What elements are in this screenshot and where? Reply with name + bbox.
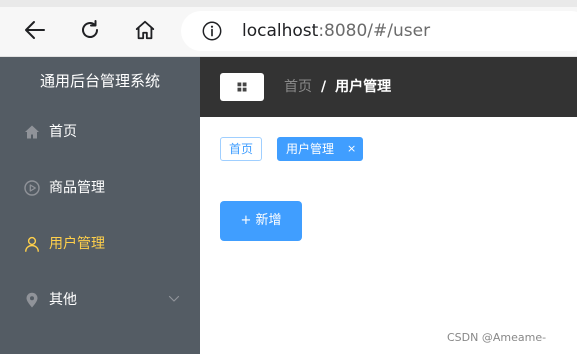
address-bar[interactable]: localhost:8080/#/user (181, 11, 577, 51)
breadcrumb-home[interactable]: 首页 (284, 79, 312, 95)
breadcrumb-current: 用户管理 (335, 79, 392, 95)
tag-user-management[interactable]: 用户管理 × (277, 137, 363, 161)
user-icon (25, 236, 39, 252)
sidebar-item-label: 用户管理 (49, 236, 105, 252)
sidebar: 通用后台管理系统 首页 商品管理 用户管理 其他 (0, 57, 200, 354)
collapse-menu-button[interactable] (220, 73, 264, 101)
add-user-button[interactable]: + 新增 (220, 201, 302, 241)
breadcrumb: 首页 / 用户管理 (284, 77, 391, 97)
browser-home-icon (135, 20, 155, 40)
sidebar-item-home[interactable]: 首页 (0, 105, 200, 161)
sidebar-item-label: 其他 (49, 292, 77, 308)
watermark: CSDN @Ameame- (447, 331, 547, 344)
tag-label: 首页 (228, 142, 253, 156)
sidebar-item-label: 商品管理 (49, 180, 105, 196)
sidebar-item-goods[interactable]: 商品管理 (0, 161, 200, 217)
browser-toolbar: localhost:8080/#/user (0, 0, 577, 57)
sidebar-title: 通用后台管理系统 (39, 72, 160, 90)
sidebar-item-other[interactable]: 其他 (0, 273, 200, 329)
home-icon (25, 125, 39, 139)
back-arrow-icon (25, 21, 45, 39)
location-icon (26, 292, 38, 308)
url-text[interactable]: localhost:8080/#/user (242, 20, 430, 42)
site-info-icon[interactable] (201, 20, 223, 42)
menu-grid-icon (237, 82, 247, 92)
home-button[interactable] (130, 15, 160, 45)
header: 首页 / 用户管理 (200, 57, 577, 117)
url-host: localhost (242, 21, 319, 41)
url-path: :8080/#/user (318, 21, 431, 41)
reload-button[interactable] (75, 15, 105, 45)
tag-home[interactable]: 首页 (220, 137, 262, 161)
play-circle-icon (24, 180, 40, 196)
close-icon[interactable]: × (347, 138, 356, 160)
chevron-down-icon (168, 295, 180, 302)
sidebar-item-label: 首页 (49, 124, 77, 140)
tag-label: 用户管理 (286, 142, 335, 156)
sidebar-item-user[interactable]: 用户管理 (0, 217, 200, 273)
browser-tab-strip (0, 0, 577, 7)
breadcrumb-separator: / (321, 79, 327, 95)
reload-icon (82, 20, 98, 38)
back-button[interactable] (20, 15, 50, 45)
